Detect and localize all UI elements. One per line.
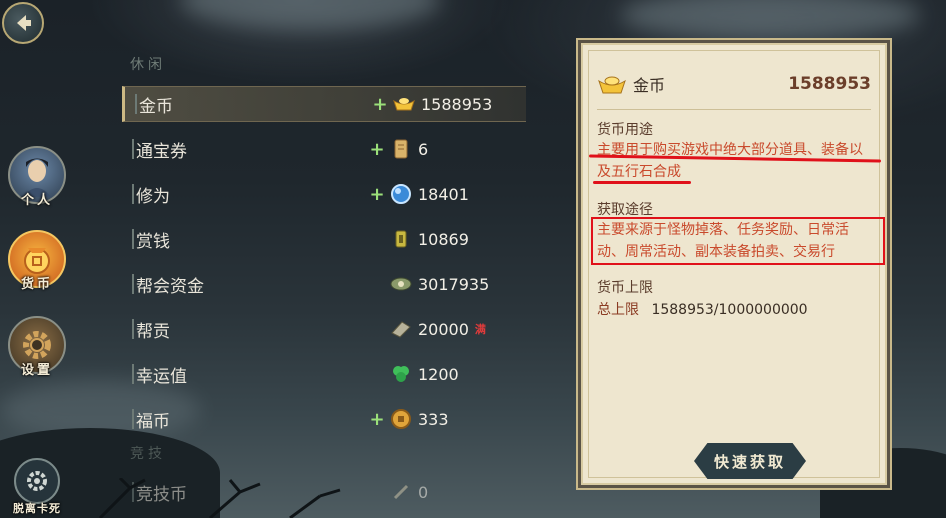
add-fubi-button[interactable]: + [366, 409, 388, 430]
voucher-scroll-icon [388, 136, 414, 162]
back-arrow-icon [17, 15, 31, 31]
panel-title: 金币 [633, 76, 666, 95]
currency-row-guild-funds[interactable]: 帮会资金 3017935 [122, 266, 526, 302]
quick-obtain-button[interactable]: 快速获取 [694, 443, 806, 479]
nav-unstuck[interactable]: 脱离卡死 [6, 458, 68, 515]
currency-value: 1200 [418, 364, 459, 384]
currency-value: 6 [418, 139, 429, 159]
unstuck-gear-icon [14, 458, 60, 504]
currency-name: 赏钱 [136, 231, 170, 252]
currency-row-fubi[interactable]: 福币 + 333 [122, 401, 526, 437]
currency-row-gold[interactable]: 金币 + 1588953 [122, 86, 526, 122]
source-label: 获取途径 [597, 202, 653, 218]
row-divider [135, 94, 137, 114]
back-button[interactable] [2, 2, 44, 44]
row-divider [132, 364, 134, 384]
currency-row-banggong[interactable]: 帮贡 20000 满 [122, 311, 526, 347]
nav-unstuck-label: 脱离卡死 [13, 502, 61, 515]
add-gold-button[interactable]: + [369, 94, 391, 115]
row-divider [132, 319, 134, 339]
currency-value: 18401 [418, 184, 469, 204]
currency-name: 金币 [139, 96, 173, 117]
nav-settings-label: 设置 [20, 363, 53, 378]
sword-token-icon [388, 479, 414, 505]
panel-inner-border: 金币 1588953 货币用途 主要用于购买游戏中绝大部分道具、装备以及五行石合… [588, 50, 885, 479]
nav-currency-label: 货币 [20, 277, 53, 292]
currency-name: 福币 [136, 411, 170, 432]
currency-name: 通宝券 [136, 141, 187, 162]
row-divider [132, 274, 134, 294]
limit-label: 货币上限 [597, 280, 653, 296]
currency-name: 修为 [136, 186, 170, 207]
limit-row: 总上限 1588953/1000000000 [597, 299, 808, 319]
blue-orb-icon [388, 181, 414, 207]
currency-value: 3017935 [418, 274, 490, 294]
row-divider [132, 409, 134, 429]
full-badge: 满 [474, 323, 486, 336]
currency-name: 帮贡 [136, 321, 170, 342]
panel-header: 金币 1588953 [597, 69, 871, 99]
currency-value: 333 [418, 409, 449, 429]
copper-coin-icon [388, 406, 414, 432]
cloud-decoration [620, 0, 920, 40]
add-tongbao-button[interactable]: + [366, 139, 388, 160]
nav-character-label: 个人 [20, 193, 53, 208]
currency-value: 1588953 [421, 94, 493, 114]
currency-row-shangqian[interactable]: 赏钱 10869 [122, 221, 526, 257]
contribution-scroll-icon [388, 316, 414, 342]
nav-character[interactable]: 个人 [6, 146, 68, 208]
usage-label: 货币用途 [597, 122, 653, 138]
clover-icon [388, 361, 414, 387]
row-divider [132, 229, 134, 249]
currency-row-tongbao[interactable]: 通宝券 + 6 [122, 131, 526, 167]
currency-value: 0 [418, 482, 429, 502]
currency-name: 帮会资金 [136, 276, 204, 297]
section-title-leisure: 休闲 [130, 57, 166, 73]
nav-currency[interactable]: 货币 [6, 230, 68, 292]
panel-total: 1588953 [788, 74, 871, 94]
branch-decoration [98, 478, 341, 518]
cloud-decoration [180, 0, 440, 30]
row-divider [132, 139, 134, 159]
annotation-underline [593, 181, 691, 184]
currency-name: 幸运值 [136, 366, 187, 387]
row-divider [132, 184, 134, 204]
currency-row-xiuwei[interactable]: 修为 + 18401 [122, 176, 526, 212]
gold-ingot-icon [391, 91, 417, 117]
currency-detail-panel: 金币 1588953 货币用途 主要用于购买游戏中绝大部分道具、装备以及五行石合… [576, 38, 892, 490]
currency-value: 10869 [418, 229, 469, 249]
bounty-token-icon [388, 226, 414, 252]
panel-divider [597, 109, 871, 110]
add-xiuwei-button[interactable]: + [366, 184, 388, 205]
annotation-box [591, 217, 885, 265]
limit-prefix: 总上限 [597, 302, 639, 318]
currency-value: 20000 [418, 319, 469, 339]
limit-value: 1588953/1000000000 [651, 302, 808, 318]
guild-emblem-icon [388, 271, 414, 297]
currency-row-luck[interactable]: 幸运值 1200 [122, 356, 526, 392]
gold-ingot-icon [598, 76, 626, 94]
section-title-competitive: 竞技 [130, 446, 166, 462]
nav-settings[interactable]: 设置 [6, 316, 68, 378]
